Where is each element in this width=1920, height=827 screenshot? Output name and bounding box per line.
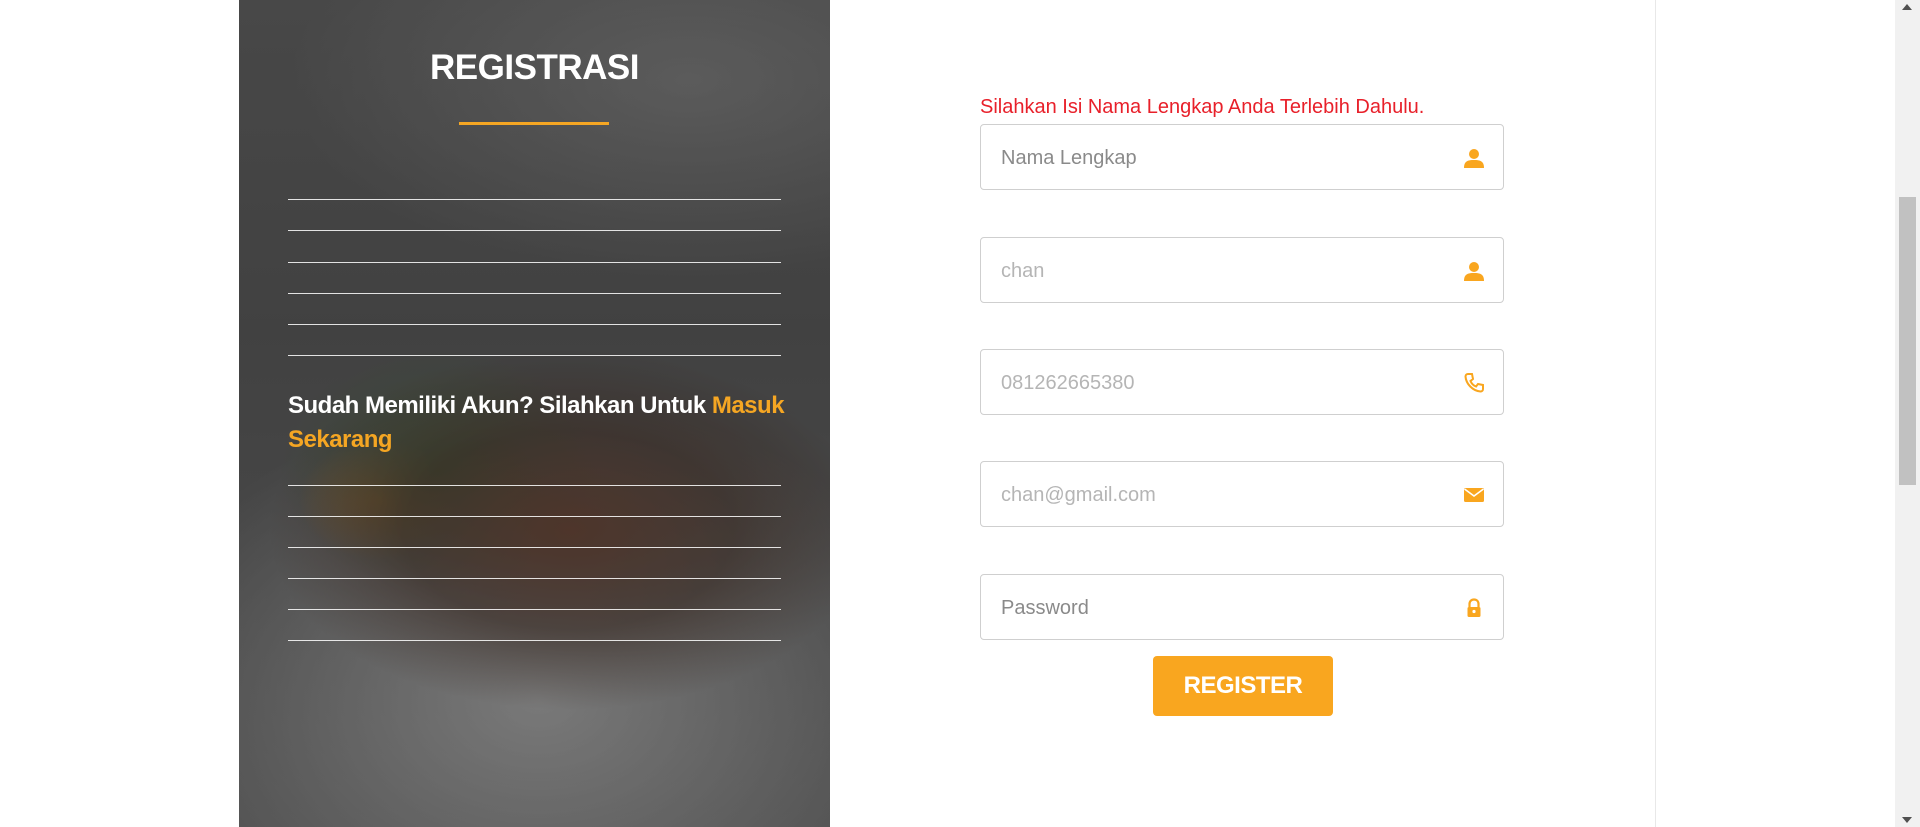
email-field bbox=[980, 461, 1504, 528]
password-input[interactable] bbox=[999, 575, 1443, 641]
scrollbar-thumb[interactable] bbox=[1899, 197, 1916, 485]
divider-line bbox=[288, 640, 781, 641]
scroll-up-arrow-icon[interactable] bbox=[1902, 4, 1912, 10]
login-prompt: Sudah Memiliki Akun? Silahkan Untuk Masu… bbox=[288, 389, 788, 457]
password-field bbox=[980, 574, 1504, 641]
envelope-icon bbox=[1463, 484, 1485, 506]
email-input[interactable] bbox=[999, 462, 1443, 528]
user-icon bbox=[1463, 260, 1485, 282]
vertical-scrollbar[interactable] bbox=[1895, 0, 1920, 827]
divider-line bbox=[288, 516, 781, 517]
username-field bbox=[980, 237, 1504, 304]
divider-line bbox=[288, 547, 781, 548]
phone-input[interactable] bbox=[999, 350, 1443, 416]
divider-line bbox=[288, 324, 781, 325]
username-input[interactable] bbox=[999, 238, 1443, 304]
registration-page: REGISTRASI Sudah Memiliki Akun? Silahkan… bbox=[0, 0, 1920, 827]
full-name-input[interactable] bbox=[999, 125, 1443, 191]
divider-line bbox=[288, 609, 781, 610]
error-message: Silahkan Isi Nama Lengkap Anda Terlebih … bbox=[980, 96, 1425, 118]
divider-line bbox=[288, 578, 781, 579]
registration-side-panel: REGISTRASI Sudah Memiliki Akun? Silahkan… bbox=[239, 0, 830, 827]
divider-line bbox=[288, 199, 781, 200]
full-name-field bbox=[980, 124, 1504, 191]
divider-line bbox=[288, 485, 781, 486]
login-prompt-text: Sudah Memiliki Akun? Silahkan Untuk bbox=[288, 392, 712, 419]
page-title: REGISTRASI bbox=[430, 48, 639, 87]
divider-line bbox=[288, 262, 781, 263]
lock-icon bbox=[1463, 597, 1485, 619]
phone-field bbox=[980, 349, 1504, 416]
divider-line bbox=[288, 293, 781, 294]
phone-icon bbox=[1463, 372, 1485, 394]
divider-line bbox=[288, 230, 781, 231]
user-icon bbox=[1463, 147, 1485, 169]
scroll-down-arrow-icon[interactable] bbox=[1902, 817, 1912, 823]
content-border bbox=[1655, 0, 1656, 827]
divider-line bbox=[288, 355, 781, 356]
register-button[interactable]: REGISTER bbox=[1153, 656, 1333, 716]
title-underline bbox=[459, 122, 609, 125]
